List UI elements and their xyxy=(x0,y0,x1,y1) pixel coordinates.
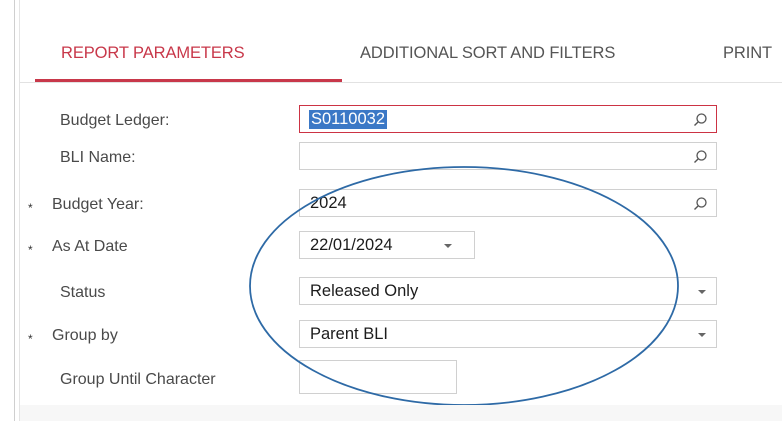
tab-bar: REPORT PARAMETERS ADDITIONAL SORT AND FI… xyxy=(20,0,782,83)
as-at-date-value: 22/01/2024 xyxy=(310,236,393,254)
group-until-character-field[interactable] xyxy=(299,360,457,394)
row-group-until-character: Group Until Character xyxy=(20,360,720,398)
row-group-by: * Group by Parent BLI xyxy=(20,318,720,354)
chevron-down-icon[interactable] xyxy=(698,333,706,337)
required-marker: * xyxy=(28,201,33,215)
tab-report-parameters[interactable]: REPORT PARAMETERS xyxy=(61,44,245,63)
required-marker: * xyxy=(28,243,33,257)
budget-year-label: Budget Year: xyxy=(52,196,144,213)
group-until-character-label: Group Until Character xyxy=(60,371,216,388)
group-by-value: Parent BLI xyxy=(310,325,388,343)
group-by-label: Group by xyxy=(52,327,118,344)
budget-ledger-label: Budget Ledger: xyxy=(60,112,170,129)
left-border xyxy=(14,0,15,421)
required-marker: * xyxy=(28,332,33,346)
as-at-date-label: As At Date xyxy=(52,238,128,255)
row-budget-year: * Budget Year: 2024 xyxy=(20,187,720,223)
bli-name-label: BLI Name: xyxy=(60,149,136,166)
row-as-at-date: * As At Date 22/01/2024 xyxy=(20,229,720,265)
chevron-down-icon[interactable] xyxy=(444,244,452,248)
chevron-down-icon[interactable] xyxy=(698,290,706,294)
status-select[interactable]: Released Only xyxy=(299,277,717,305)
budget-ledger-field[interactable]: S0110032 xyxy=(299,105,717,133)
bottom-panel-edge xyxy=(20,405,782,421)
search-icon[interactable] xyxy=(692,112,708,128)
row-bli-name: BLI Name: xyxy=(20,140,720,176)
row-budget-ledger: Budget Ledger: S0110032 xyxy=(20,103,720,139)
status-value: Released Only xyxy=(310,282,419,300)
report-parameters-form: Budget Ledger: S0110032 BLI Name: * Budg… xyxy=(20,83,782,413)
group-by-select[interactable]: Parent BLI xyxy=(299,320,717,348)
tab-additional-sort-and-filters[interactable]: ADDITIONAL SORT AND FILTERS xyxy=(360,44,615,63)
search-icon[interactable] xyxy=(692,149,708,165)
budget-year-field[interactable]: 2024 xyxy=(299,189,717,217)
budget-ledger-value: S0110032 xyxy=(309,110,388,129)
budget-year-value: 2024 xyxy=(310,194,347,212)
bli-name-field[interactable] xyxy=(299,142,717,170)
as-at-date-field[interactable]: 22/01/2024 xyxy=(299,231,475,259)
row-status: Status Released Only xyxy=(20,275,720,311)
status-label: Status xyxy=(60,284,106,301)
tab-print[interactable]: PRINT xyxy=(723,44,772,63)
search-icon[interactable] xyxy=(692,196,708,212)
